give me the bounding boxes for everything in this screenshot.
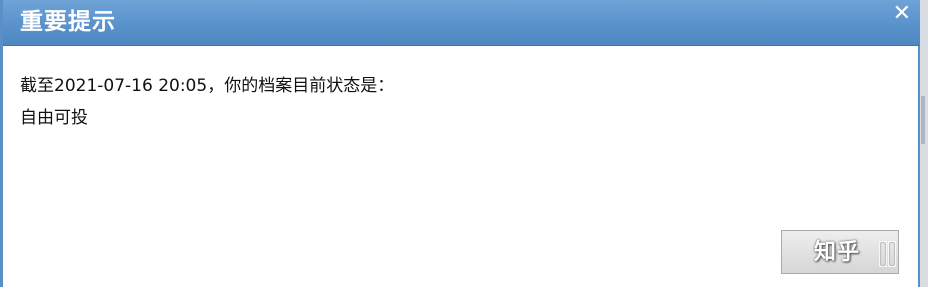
close-icon[interactable]: ✕ bbox=[893, 1, 911, 27]
dialog-title: 重要提示 bbox=[20, 8, 116, 35]
dialog-message: 截至2021-07-16 20:05，你的档案目前状态是： 自由可投 bbox=[20, 70, 394, 134]
page-edge-marker bbox=[921, 96, 925, 144]
dialog-button[interactable] bbox=[781, 230, 899, 274]
page-edge bbox=[920, 0, 928, 287]
message-line-status-value: 自由可投 bbox=[20, 108, 88, 128]
dialog-titlebar: 重要提示 ✕ bbox=[3, 0, 923, 46]
message-line-status-time: 截至2021-07-16 20:05，你的档案目前状态是： bbox=[20, 76, 395, 96]
